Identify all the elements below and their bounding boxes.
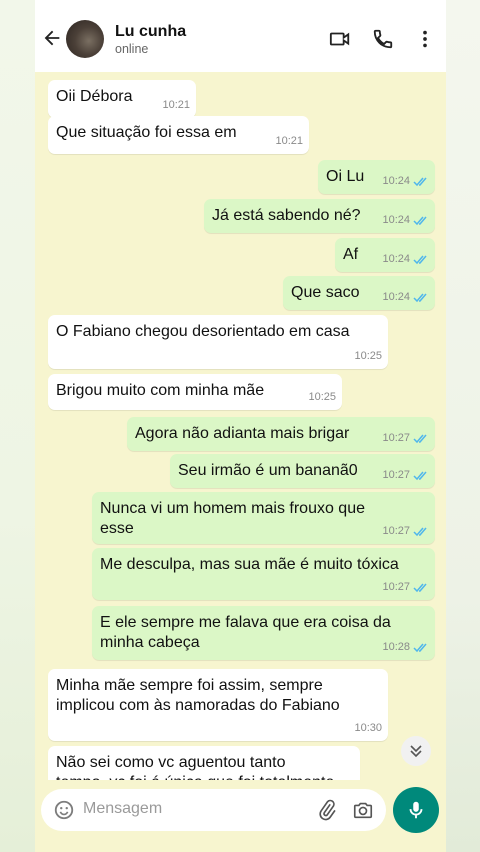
- read-tick-icon: [413, 434, 427, 443]
- message-text: Minha mãe sempre foi assim, sempre impli…: [56, 677, 340, 714]
- message-meta: 10:28: [382, 637, 429, 657]
- message-time: 10:27: [382, 581, 410, 593]
- message-text: Oi Lu: [326, 168, 365, 185]
- message-text: Que situação foi essa em: [56, 124, 237, 141]
- read-tick-icon: [413, 177, 427, 186]
- background-left: [0, 0, 35, 852]
- message-meta: 10:25: [308, 387, 336, 407]
- message-meta: 10:21: [275, 131, 303, 151]
- message-time: 10:21: [275, 135, 303, 147]
- message-text: Seu irmão é um bananã0: [178, 462, 358, 479]
- scroll-to-bottom-button[interactable]: [401, 736, 431, 766]
- read-tick-icon: [413, 216, 427, 225]
- message-meta: 10:21: [162, 95, 190, 115]
- more-vert-icon[interactable]: [414, 28, 436, 50]
- message-text: E ele sempre me falava que era coisa da …: [100, 614, 391, 651]
- message-time: 10:27: [382, 469, 410, 481]
- phone-icon[interactable]: [372, 28, 394, 50]
- message-outgoing[interactable]: Agora não adianta mais brigar 10:27: [127, 417, 435, 451]
- chevrons-down-icon: [410, 745, 422, 758]
- message-meta: 10:30: [354, 718, 382, 738]
- video-call-icon[interactable]: [329, 28, 351, 50]
- mic-button[interactable]: [393, 787, 439, 833]
- contact-name[interactable]: Lu cunha: [115, 23, 186, 41]
- message-time: 10:21: [162, 99, 190, 111]
- read-tick-icon: [413, 643, 427, 652]
- chat-header: Lu cunha online: [35, 0, 446, 72]
- message-text: Nunca vi um homem mais frouxo que esse: [100, 500, 365, 537]
- message-meta: 10:27: [382, 521, 429, 541]
- message-outgoing[interactable]: Me desculpa, mas sua mãe é muito tóxica …: [92, 548, 435, 600]
- back-arrow-icon[interactable]: [41, 27, 63, 49]
- message-input[interactable]: Mensagem: [83, 800, 162, 818]
- message-text: O Fabiano chegou desorientado em casa: [56, 323, 350, 340]
- background-right: [446, 0, 480, 852]
- message-meta: 10:24: [382, 171, 429, 191]
- message-outgoing[interactable]: Oi Lu 10:24: [318, 160, 435, 194]
- read-tick-icon: [413, 255, 427, 264]
- message-meta: 10:24: [382, 287, 429, 307]
- message-text: Não sei como vc aguentou tanto tempo, vc…: [56, 754, 334, 780]
- message-text: Af: [343, 246, 359, 263]
- message-text: Me desculpa, mas sua mãe é muito tóxica: [100, 556, 399, 573]
- message-text: Agora não adianta mais brigar: [135, 425, 350, 442]
- message-time: 10:28: [382, 641, 410, 653]
- message-incoming[interactable]: Não sei como vc aguentou tanto tempo, vc…: [48, 746, 360, 780]
- message-incoming[interactable]: Brigou muito com minha mãe 10:25: [48, 374, 342, 410]
- message-incoming[interactable]: Oii Débora 10:21: [48, 80, 196, 118]
- message-outgoing[interactable]: Nunca vi um homem mais frouxo que esse 1…: [92, 492, 435, 544]
- read-tick-icon: [413, 471, 427, 480]
- message-time: 10:24: [382, 175, 410, 187]
- message-text: Que saco: [291, 284, 360, 301]
- camera-icon[interactable]: [352, 799, 374, 821]
- message-text: Oii Débora: [56, 88, 133, 105]
- message-text: Brigou muito com minha mãe: [56, 382, 265, 399]
- message-time: 10:25: [354, 350, 382, 362]
- message-meta: 10:24: [382, 210, 429, 230]
- message-time: 10:27: [382, 432, 410, 444]
- message-incoming[interactable]: Que situação foi essa em 10:21: [48, 116, 309, 154]
- message-time: 10:24: [382, 214, 410, 226]
- message-meta: 10:27: [382, 465, 429, 485]
- message-time: 10:30: [354, 722, 382, 734]
- message-outgoing[interactable]: E ele sempre me falava que era coisa da …: [92, 606, 435, 660]
- emoji-icon[interactable]: [53, 799, 75, 821]
- message-time: 10:24: [382, 291, 410, 303]
- message-outgoing[interactable]: Já está sabendo né? 10:24: [204, 199, 435, 233]
- message-meta: 10:25: [354, 346, 382, 366]
- message-outgoing[interactable]: Af 10:24: [335, 238, 435, 272]
- attach-icon[interactable]: [316, 799, 338, 821]
- read-tick-icon: [413, 583, 427, 592]
- message-incoming[interactable]: Minha mãe sempre foi assim, sempre impli…: [48, 669, 388, 741]
- mic-icon: [409, 801, 423, 819]
- contact-status: online: [115, 42, 149, 56]
- avatar[interactable]: [66, 20, 104, 58]
- message-time: 10:25: [308, 391, 336, 403]
- read-tick-icon: [413, 293, 427, 302]
- message-outgoing[interactable]: Que saco 10:24: [283, 276, 435, 310]
- message-incoming[interactable]: O Fabiano chegou desorientado em casa 10…: [48, 315, 388, 369]
- message-time: 10:27: [382, 525, 410, 537]
- message-meta: 10:24: [382, 249, 429, 269]
- message-text: Já está sabendo né?: [212, 207, 361, 224]
- read-tick-icon: [413, 527, 427, 536]
- message-meta: 10:27: [382, 428, 429, 448]
- message-input-bar[interactable]: Mensagem: [41, 789, 386, 831]
- chat-screen: Lu cunha online Oii Débora 10:21 Que sit…: [35, 0, 446, 852]
- message-outgoing[interactable]: Seu irmão é um bananã0 10:27: [170, 454, 435, 488]
- message-meta: 10:27: [382, 577, 429, 597]
- message-list[interactable]: Oii Débora 10:21 Que situação foi essa e…: [35, 72, 446, 780]
- message-time: 10:24: [382, 253, 410, 265]
